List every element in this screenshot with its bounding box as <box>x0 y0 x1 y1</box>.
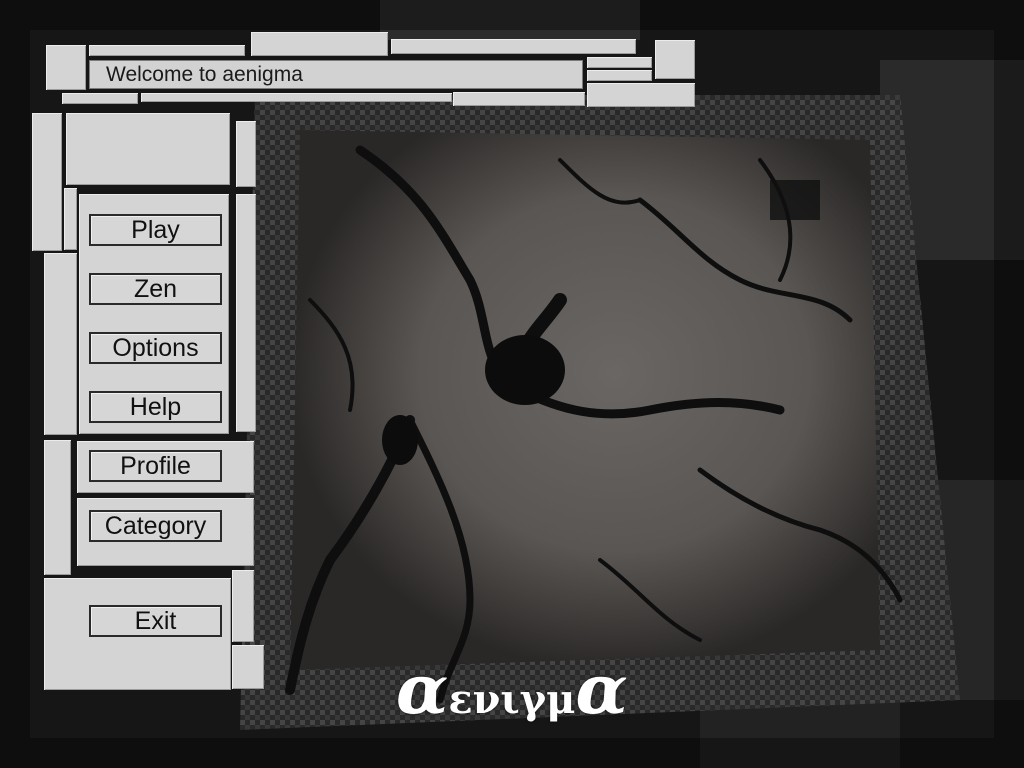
header-panel-right-3 <box>587 70 652 81</box>
header-panel-right-2 <box>587 57 652 68</box>
play-button[interactable]: Play <box>89 214 222 246</box>
header-panel-top-2 <box>251 32 388 56</box>
header-panel-bottom-2 <box>141 93 452 102</box>
exit-button[interactable]: Exit <box>89 605 222 637</box>
profile-button[interactable]: Profile <box>89 450 222 482</box>
menu-panel-right-strip <box>236 194 256 432</box>
menu-panel-left-low <box>44 440 71 575</box>
game-logo: αενιγμα <box>396 650 696 730</box>
category-button[interactable]: Category <box>89 510 222 542</box>
header-panel-left <box>46 45 86 90</box>
logo-middle: ενιγμ <box>448 676 576 723</box>
menu-panel-top <box>66 113 230 185</box>
logo-first-letter: α <box>396 650 449 730</box>
welcome-banner: Welcome to aenigma <box>89 60 583 89</box>
menu-panel-left-strip <box>64 188 77 250</box>
header-panel-top-1 <box>89 45 245 56</box>
menu-panel-top-right <box>236 121 256 187</box>
menu-panel-exit-right-2 <box>232 645 264 689</box>
header-panel-bottom-3 <box>453 92 585 106</box>
header-panel-right-4 <box>587 83 695 107</box>
menu-panel-left-mid <box>44 253 77 435</box>
menu-panel-exit-right-1 <box>232 570 254 642</box>
header-panel-bottom-1 <box>62 93 138 104</box>
logo-last-letter: α <box>575 650 628 730</box>
help-button[interactable]: Help <box>89 391 222 423</box>
zen-button[interactable]: Zen <box>89 273 222 305</box>
header-panel-top-3 <box>391 39 636 54</box>
menu-panel-top-left <box>32 113 62 251</box>
options-button[interactable]: Options <box>89 332 222 364</box>
header-panel-right-1 <box>655 40 695 79</box>
